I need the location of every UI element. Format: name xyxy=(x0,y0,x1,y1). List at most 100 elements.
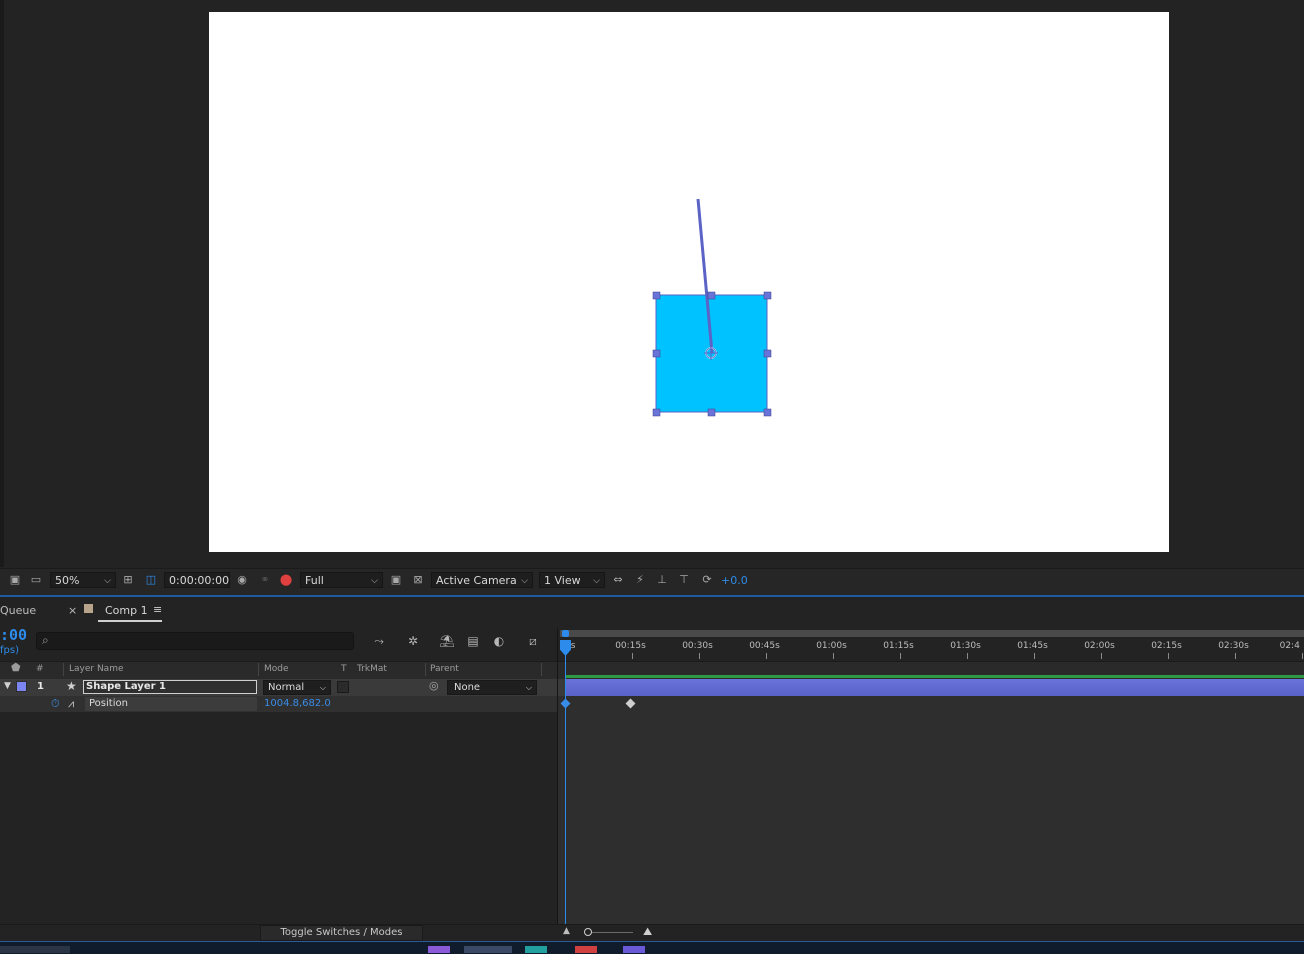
graph-icon[interactable]: ⩘ xyxy=(68,697,74,711)
graph-editor-icon[interactable]: ⧄ xyxy=(525,633,541,649)
taskbar-app-icon[interactable] xyxy=(525,946,547,953)
zoom-value: 50% xyxy=(55,574,80,587)
ruler-tick-label: 02:4 xyxy=(1279,641,1300,651)
taskbar-app-icon[interactable] xyxy=(428,946,450,953)
motion-blur-icon[interactable]: ◐ xyxy=(491,633,507,649)
snapshot-icon[interactable]: ◉ xyxy=(235,573,249,587)
tab-render-queue[interactable]: Queue xyxy=(0,604,36,617)
show-snapshot-icon[interactable]: ⚭ xyxy=(258,573,272,587)
layer-label-color[interactable] xyxy=(16,681,27,692)
composition-mini-flowchart-icon[interactable]: ⤳ xyxy=(371,633,387,649)
ruler-tick-label: 01:00s xyxy=(816,641,847,651)
zoom-in-icon[interactable]: ⛰ xyxy=(643,925,652,939)
ruler-tick xyxy=(1168,653,1169,659)
timeline-zoom-handle[interactable] xyxy=(584,928,592,936)
view-layout-dropdown[interactable]: 1 View ⌵ xyxy=(539,572,605,588)
handle-mid-right[interactable] xyxy=(763,349,772,358)
ruler-tick-label: 02:15s xyxy=(1151,641,1182,651)
handle-top-center[interactable] xyxy=(707,291,716,300)
chevron-down-icon: ⌵ xyxy=(521,576,528,586)
toggle-transparency-icon[interactable]: ⊠ xyxy=(411,573,425,587)
ruler-tick-label: 01:30s xyxy=(950,641,981,651)
toggle-pixel-aspect-icon[interactable]: ⇔ xyxy=(611,573,625,587)
region-of-interest-icon[interactable]: ▣ xyxy=(389,573,403,587)
taskbar-start-area[interactable] xyxy=(0,946,70,953)
transparency-grid-icon[interactable]: ◫ xyxy=(144,573,158,587)
taskbar xyxy=(0,941,1304,954)
channels-icon[interactable]: ⬤ xyxy=(279,573,293,587)
resolution-dropdown[interactable]: Full ⌵ xyxy=(300,572,383,588)
timecode-display[interactable]: :00 xyxy=(0,626,27,644)
layer-search-input[interactable] xyxy=(36,632,354,650)
render-cache-bar xyxy=(565,675,1304,678)
always-preview-icon[interactable]: ▣ xyxy=(8,573,22,587)
stopwatch-icon[interactable]: ⏱ xyxy=(51,697,60,711)
layer-name-field[interactable]: Shape Layer 1 xyxy=(83,680,257,694)
property-name[interactable]: Position xyxy=(85,697,257,711)
layer-duration-bar[interactable] xyxy=(565,679,1304,696)
ruler-tick xyxy=(1235,653,1236,659)
handle-bottom-left[interactable] xyxy=(652,408,661,417)
column-layer-name[interactable]: Layer Name xyxy=(69,664,124,674)
taskbar-active-app[interactable] xyxy=(464,946,512,953)
column-number: # xyxy=(36,664,44,674)
handle-top-left[interactable] xyxy=(652,291,661,300)
handle-mid-left[interactable] xyxy=(652,349,661,358)
column-separator xyxy=(258,663,259,676)
current-time-display[interactable]: 0:00:00:00 xyxy=(164,572,230,588)
camera-value: Active Camera xyxy=(436,574,517,587)
parent-value: None xyxy=(454,682,481,693)
column-separator xyxy=(425,663,426,676)
draft-3d-icon[interactable]: ✲ xyxy=(405,633,421,649)
ruler-tick xyxy=(833,653,834,659)
ruler-tick-label: 00:30s xyxy=(682,641,713,651)
current-time-indicator-cap[interactable] xyxy=(562,630,569,637)
handle-bottom-right[interactable] xyxy=(763,408,772,417)
pick-whip-icon[interactable]: ◎ xyxy=(429,679,439,692)
timeline-tab-bar xyxy=(0,597,1304,623)
fast-previews-icon[interactable]: ⚡ xyxy=(633,573,647,587)
column-parent: Parent xyxy=(430,664,459,674)
ruler-tick-label: 01:15s xyxy=(883,641,914,651)
layer-list-empty-area[interactable] xyxy=(0,712,557,924)
panel-menu-icon[interactable]: ≡ xyxy=(153,603,162,616)
timeline-zoom-slider[interactable] xyxy=(585,932,633,933)
shape-layer-star-icon: ★ xyxy=(66,679,77,693)
twirl-down-icon[interactable]: ▼ xyxy=(4,681,11,691)
handle-top-right[interactable] xyxy=(763,291,772,300)
hide-shy-layers-icon[interactable]: ⛱ xyxy=(439,633,455,649)
label-tag-icon[interactable]: ⬟ xyxy=(11,661,21,674)
camera-dropdown[interactable]: Active Camera ⌵ xyxy=(431,572,533,588)
view-layout-value: 1 View xyxy=(544,574,581,587)
exposure-value[interactable]: +0.0 xyxy=(721,574,748,587)
reset-exposure-icon[interactable]: ⟳ xyxy=(700,573,714,587)
tab-comp-1[interactable]: Comp 1 xyxy=(105,604,148,617)
ruler-tick xyxy=(766,653,767,659)
zoom-out-icon[interactable]: ▲ xyxy=(563,926,570,936)
timeline-empty-area[interactable] xyxy=(558,712,1304,924)
column-trkmat: TrkMat xyxy=(357,664,387,674)
fit-region-icon[interactable]: ⊞ xyxy=(121,573,135,587)
blend-mode-dropdown[interactable]: Normal ⌵ xyxy=(263,680,331,695)
taskbar-app-icon[interactable] xyxy=(623,946,645,953)
timeline-icon[interactable]: ⊥ xyxy=(655,573,669,587)
frame-rate-label: fps) xyxy=(0,645,19,656)
zoom-dropdown[interactable]: 50% ⌵ xyxy=(50,572,116,588)
chevron-down-icon: ⌵ xyxy=(593,576,600,586)
taskbar-app-icon[interactable] xyxy=(575,946,597,953)
position-value[interactable]: 1004.8,682.0 xyxy=(264,698,331,709)
preserve-transparency-toggle[interactable] xyxy=(337,681,349,693)
handle-bottom-center[interactable] xyxy=(707,408,716,417)
flowchart-icon[interactable]: ⊤ xyxy=(677,573,691,587)
close-icon[interactable]: × xyxy=(68,604,77,617)
work-area-bar[interactable] xyxy=(560,630,1304,637)
toggle-switches-modes-button[interactable]: Toggle Switches / Modes xyxy=(260,925,423,941)
ruler-tick xyxy=(900,653,901,659)
frame-blending-icon[interactable]: ▤ xyxy=(465,633,481,649)
ruler-tick xyxy=(1101,653,1102,659)
parent-dropdown[interactable]: None ⌵ xyxy=(447,680,537,695)
column-mode: Mode xyxy=(264,664,289,674)
resolution-value: Full xyxy=(305,574,324,587)
monitor-icon[interactable]: ▭ xyxy=(29,573,43,587)
active-tab-indicator xyxy=(98,620,162,622)
